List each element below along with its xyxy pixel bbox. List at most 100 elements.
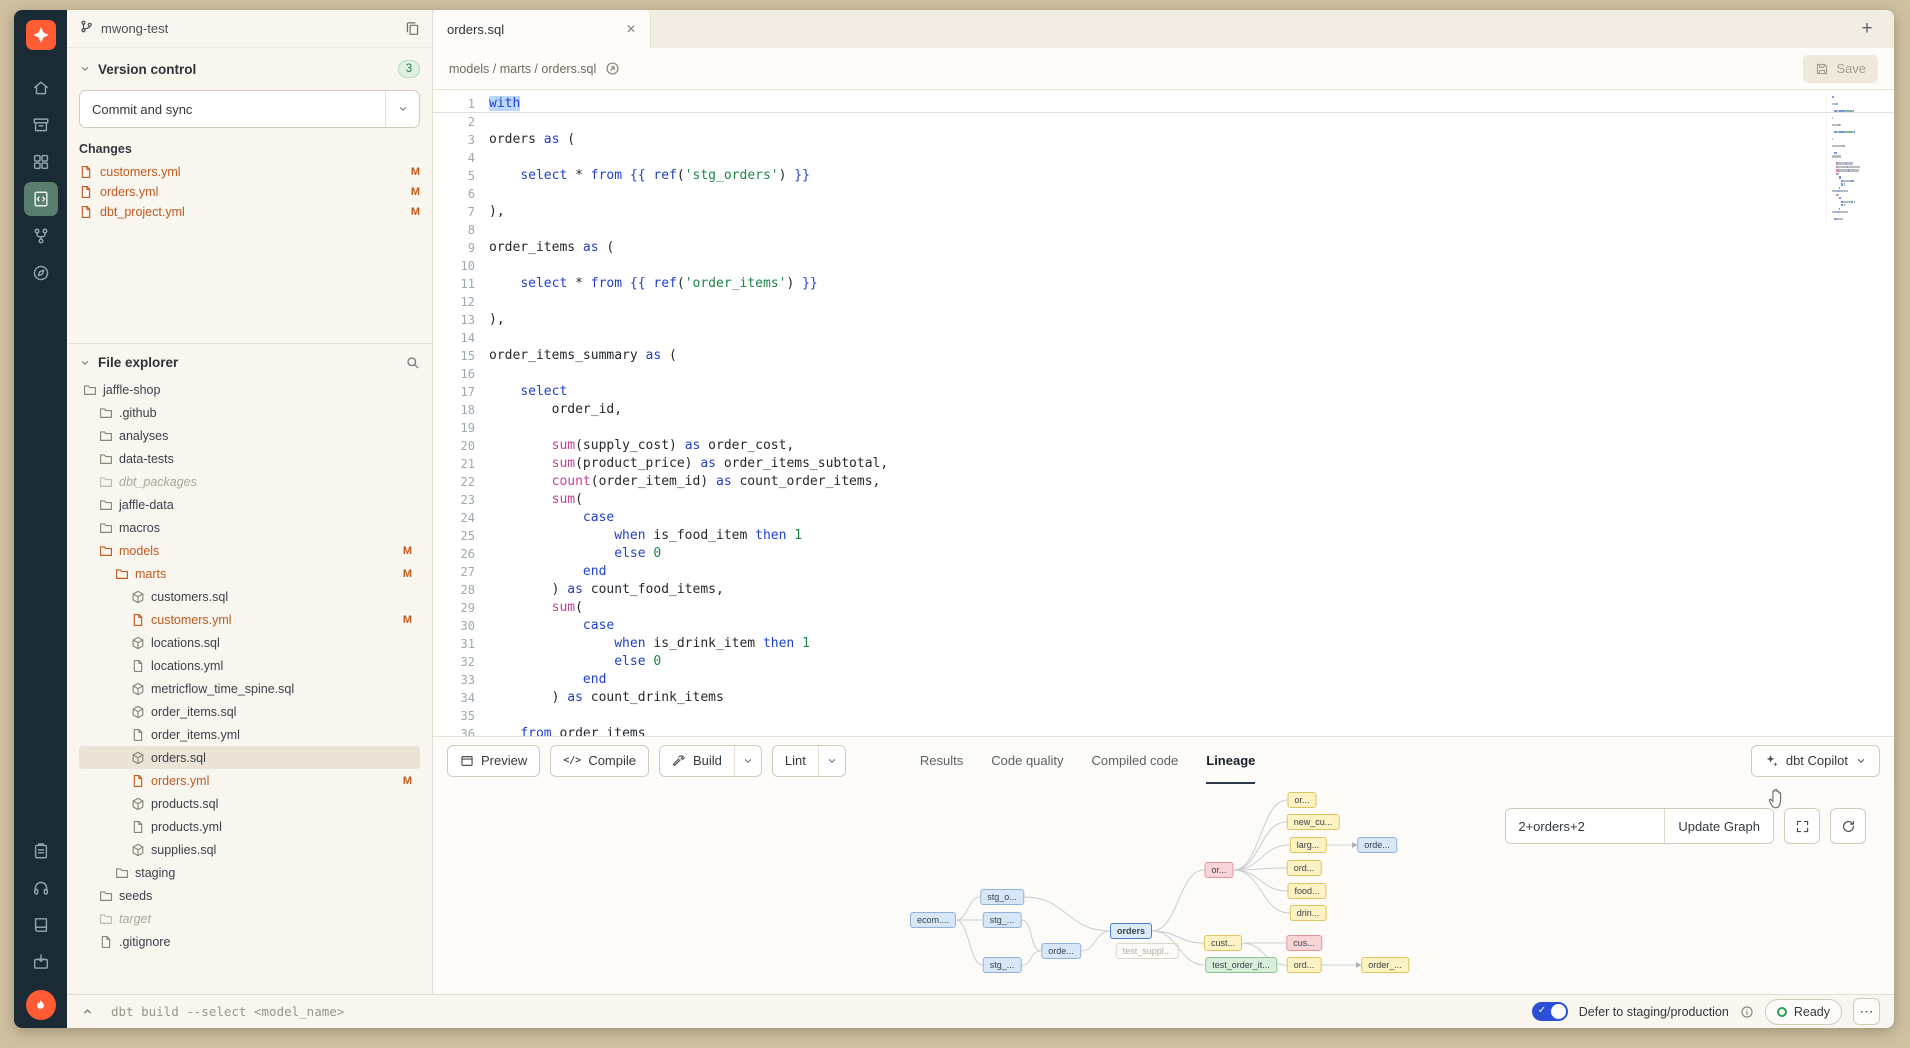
tree-folder-models[interactable]: modelsM xyxy=(79,539,420,562)
tree-folder-target[interactable]: target xyxy=(79,907,420,930)
tree-folder-marts[interactable]: martsM xyxy=(79,562,420,585)
tree-folder-analyses[interactable]: analyses xyxy=(79,424,420,447)
tab-results[interactable]: Results xyxy=(920,737,963,784)
lineage-node-stg_b[interactable]: stg_... xyxy=(983,912,1022,928)
lineage-node-ecom[interactable]: ecom.... xyxy=(910,912,956,928)
lineage-node-test_supply[interactable]: test_suppl... xyxy=(1116,943,1179,959)
tree-file-customers.yml[interactable]: customers.ymlM xyxy=(79,608,420,631)
home-icon[interactable] xyxy=(24,71,58,105)
commit-options-chevron-icon[interactable] xyxy=(385,91,419,127)
tree-file-.gitignore[interactable]: .gitignore xyxy=(79,930,420,953)
file-explorer-section: File explorer jaffle-shop.githubanalyses… xyxy=(67,344,432,994)
tree-folder-seeds[interactable]: seeds xyxy=(79,884,420,907)
lineage-node-larg[interactable]: larg... xyxy=(1290,837,1327,853)
line-number: 20 xyxy=(433,437,489,455)
tree-file-customers.sql[interactable]: customers.sql xyxy=(79,585,420,608)
lint-button[interactable]: Lint xyxy=(772,745,846,777)
info-icon[interactable] xyxy=(1740,1005,1754,1019)
changed-file[interactable]: customers.ymlM xyxy=(79,162,420,182)
tree-file-order_items.yml[interactable]: order_items.yml xyxy=(79,723,420,746)
tree-file-order_items.sql[interactable]: order_items.sql xyxy=(79,700,420,723)
explore-icon[interactable] xyxy=(24,256,58,290)
support-icon[interactable] xyxy=(24,871,58,905)
code-line: 17 select xyxy=(433,383,1894,401)
inbox-icon[interactable] xyxy=(24,945,58,979)
compile-button[interactable]: </>Compile xyxy=(550,745,649,777)
defer-toggle[interactable] xyxy=(1532,1002,1568,1021)
lineage-node-cus_p[interactable]: cus... xyxy=(1286,935,1322,951)
model-icon xyxy=(131,751,145,765)
lineage-node-ord_2[interactable]: ord... xyxy=(1287,957,1322,973)
tree-folder-jaffle-shop[interactable]: jaffle-shop xyxy=(79,378,420,401)
tab-lineage[interactable]: Lineage xyxy=(1206,737,1255,784)
tree-file-locations.sql[interactable]: locations.sql xyxy=(79,631,420,654)
tree-file-locations.yml[interactable]: locations.yml xyxy=(79,654,420,677)
changed-file[interactable]: orders.ymlM xyxy=(79,182,420,202)
close-tab-icon[interactable]: ✕ xyxy=(626,22,636,36)
lineage-node-drin[interactable]: drin... xyxy=(1290,905,1327,921)
lineage-node-ord_1[interactable]: ord... xyxy=(1287,860,1322,876)
tree-folder-.github[interactable]: .github xyxy=(79,401,420,424)
lineage-node-stg_a[interactable]: stg_o... xyxy=(980,889,1024,905)
user-avatar[interactable] xyxy=(26,990,56,1020)
line-number: 3 xyxy=(433,131,489,149)
lineage-node-ord_mid[interactable]: orde... xyxy=(1041,943,1081,959)
lineage-node-orders[interactable]: orders xyxy=(1110,923,1152,939)
docs-icon[interactable] xyxy=(24,908,58,942)
update-graph-button[interactable]: Update Graph xyxy=(1664,809,1773,843)
expand-command-bar-icon[interactable] xyxy=(81,1005,94,1018)
lineage-node-or_p[interactable]: or... xyxy=(1204,862,1233,878)
tree-folder-staging[interactable]: staging xyxy=(79,861,420,884)
tab-orders-sql[interactable]: orders.sql ✕ xyxy=(433,10,651,48)
more-options-button[interactable]: ⋯ xyxy=(1853,998,1880,1025)
tree-folder-dbt_packages[interactable]: dbt_packages xyxy=(79,470,420,493)
apps-icon[interactable] xyxy=(24,145,58,179)
ide-icon[interactable] xyxy=(24,182,58,216)
tree-folder-macros[interactable]: macros xyxy=(79,516,420,539)
collapse-version-control-icon[interactable] xyxy=(79,63,91,75)
lineage-node-order_r[interactable]: order_... xyxy=(1361,957,1409,973)
search-icon[interactable] xyxy=(405,355,420,370)
lineage-node-cust[interactable]: cust... xyxy=(1204,935,1242,951)
code-line: 28 ) as count_food_items, xyxy=(433,581,1894,599)
version-control-icon[interactable] xyxy=(24,219,58,253)
build-button[interactable]: Build xyxy=(659,745,762,777)
tree-folder-data-tests[interactable]: data-tests xyxy=(79,447,420,470)
lineage-node-or_y[interactable]: or... xyxy=(1287,792,1316,808)
tab-compiled-code[interactable]: Compiled code xyxy=(1092,737,1179,784)
tree-file-products.sql[interactable]: products.sql xyxy=(79,792,420,815)
command-input[interactable]: dbt build --select <model_name> xyxy=(111,1004,344,1019)
tree-file-orders.sql[interactable]: orders.sql xyxy=(79,746,420,769)
refresh-button[interactable] xyxy=(1830,808,1866,844)
lineage-node-test_ord[interactable]: test_order_it... xyxy=(1205,957,1277,973)
new-tab-button[interactable]: + xyxy=(1852,10,1882,48)
build-dropdown-chevron-icon[interactable] xyxy=(734,746,761,776)
warehouse-icon[interactable] xyxy=(24,108,58,142)
dbt-logo-icon[interactable] xyxy=(26,20,56,50)
collapse-file-explorer-icon[interactable] xyxy=(79,357,91,369)
lineage-selector-input[interactable] xyxy=(1506,809,1664,843)
project-name[interactable]: mwong-test xyxy=(101,21,168,36)
lineage-node-ord_r[interactable]: orde... xyxy=(1357,837,1397,853)
open-link-icon[interactable] xyxy=(605,61,620,76)
save-button[interactable]: Save xyxy=(1803,55,1878,83)
tree-file-supplies.sql[interactable]: supplies.sql xyxy=(79,838,420,861)
checklist-icon[interactable] xyxy=(24,834,58,868)
tree-file-orders.yml[interactable]: orders.ymlM xyxy=(79,769,420,792)
code-editor[interactable]: 1with23orders as (45 select * from {{ re… xyxy=(433,90,1894,736)
commit-and-sync-button[interactable]: Commit and sync xyxy=(79,90,420,128)
lineage-node-stg_c[interactable]: stg_... xyxy=(983,957,1022,973)
lint-dropdown-chevron-icon[interactable] xyxy=(818,746,845,776)
tree-folder-jaffle-data[interactable]: jaffle-data xyxy=(79,493,420,516)
tab-code-quality[interactable]: Code quality xyxy=(991,737,1063,784)
tree-file-metricflow_time_spine.sql[interactable]: metricflow_time_spine.sql xyxy=(79,677,420,700)
preview-button[interactable]: Preview xyxy=(447,745,540,777)
copy-branch-icon[interactable] xyxy=(405,21,420,36)
minimap[interactable] xyxy=(1826,96,1882,225)
dbt-copilot-button[interactable]: dbt Copilot xyxy=(1751,745,1880,777)
changed-file-name: dbt_project.yml xyxy=(100,205,185,219)
tree-file-products.yml[interactable]: products.yml xyxy=(79,815,420,838)
lineage-node-new_cu[interactable]: new_cu... xyxy=(1287,814,1340,830)
lineage-node-food[interactable]: food... xyxy=(1287,883,1326,899)
changed-file[interactable]: dbt_project.ymlM xyxy=(79,202,420,222)
